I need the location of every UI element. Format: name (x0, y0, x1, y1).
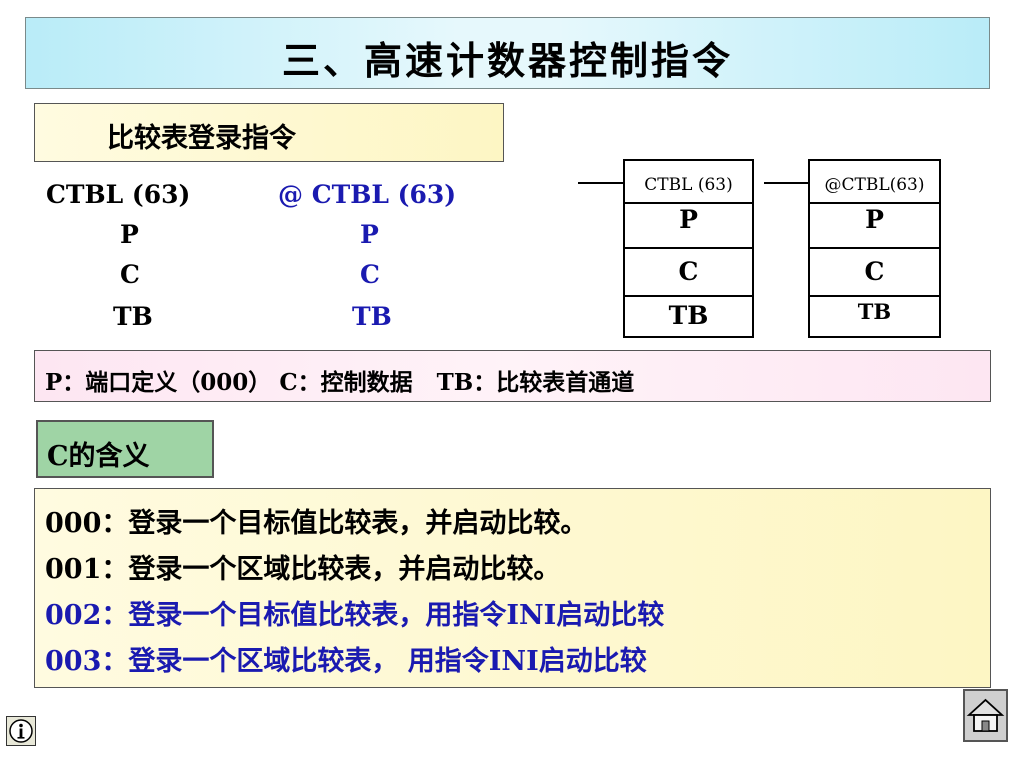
ladder-block-ctbl-tb: TB (668, 301, 709, 330)
section-label-text: 比较表登录指令 (107, 123, 296, 154)
ladder-divider (625, 247, 752, 249)
c-meaning-list: 000：登录一个目标值比较表，并启动比较。 001：登录一个区域比较表，并启动比… (34, 488, 991, 688)
ladder-block-ctbl: CTBL (63) P C TB (623, 159, 754, 338)
info-button[interactable] (6, 716, 36, 746)
operand-definition-text: P：端口定义（000） C：控制数据 TB：比较表首通道 (45, 369, 635, 396)
ladder-block-ctbl-c: C (678, 257, 699, 286)
syntax-right-line2: P (360, 220, 379, 249)
ladder-block-ctbl-p: P (679, 205, 698, 234)
page-title: 三、高速计数器控制指令 (281, 38, 733, 83)
meaning-item-002: 002：登录一个目标值比较表，用指令INI启动比较 (45, 600, 665, 631)
ladder-block-at-ctbl: @CTBL(63) P C TB (808, 159, 941, 338)
ladder-divider (625, 295, 752, 297)
syntax-right-line1: @ CTBL (63) (278, 180, 457, 209)
ladder-divider (810, 247, 939, 249)
ladder-block-at-ctbl-header: @CTBL(63) (824, 175, 925, 195)
ladder-block-at-ctbl-c: C (864, 257, 885, 286)
ladder-rail-2 (764, 182, 810, 184)
operand-definition-bar: P：端口定义（000） C：控制数据 TB：比较表首通道 (34, 350, 991, 402)
ladder-divider (810, 295, 939, 297)
syntax-left-line1: CTBL (63) (46, 180, 191, 209)
home-icon (966, 698, 1005, 732)
syntax-right-line4: TB (352, 302, 392, 331)
home-button[interactable] (963, 689, 1008, 742)
syntax-left-line4: TB (113, 302, 153, 331)
ladder-divider (625, 202, 752, 204)
info-icon (9, 719, 33, 743)
section-label-c-meaning: C的含义 (36, 420, 214, 478)
ladder-rail-1 (578, 182, 624, 184)
ladder-block-ctbl-header: CTBL (63) (644, 175, 733, 195)
section-label-c-meaning-text: C的含义 (47, 441, 150, 472)
title-banner: 三、高速计数器控制指令 (25, 17, 990, 89)
section-label-compare-table: 比较表登录指令 (34, 103, 504, 162)
meaning-item-003: 003：登录一个区域比较表， 用指令INI启动比较 (45, 646, 647, 677)
ladder-block-at-ctbl-tb: TB (857, 299, 892, 324)
syntax-right-line3: C (360, 260, 380, 289)
ladder-divider (810, 202, 939, 204)
ladder-block-at-ctbl-p: P (865, 205, 884, 234)
meaning-item-001: 001：登录一个区域比较表，并启动比较。 (45, 554, 561, 585)
syntax-left-line2: P (120, 220, 139, 249)
syntax-left-line3: C (120, 260, 140, 289)
meaning-item-000: 000：登录一个目标值比较表，并启动比较。 (45, 508, 588, 539)
